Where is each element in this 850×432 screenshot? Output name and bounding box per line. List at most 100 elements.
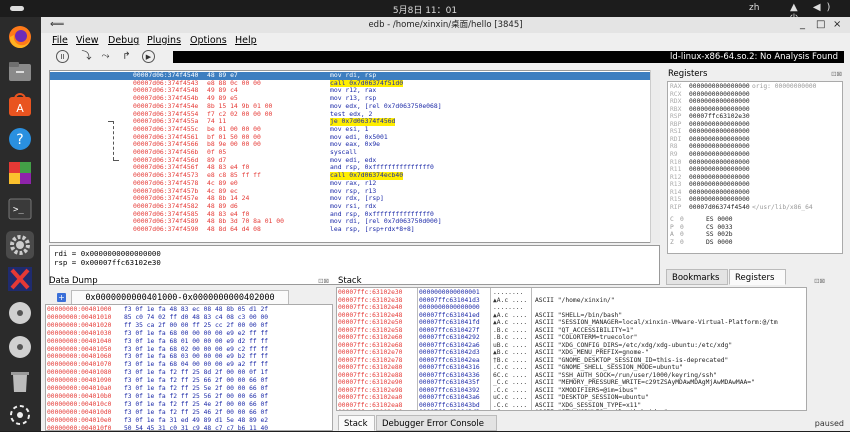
menu-debug[interactable]: Debug bbox=[108, 33, 139, 48]
help-icon[interactable]: ? bbox=[6, 125, 34, 153]
register-row[interactable]: RIP 00007d06374f4540 </usr/lib/x86_64 bbox=[668, 204, 842, 212]
register-row[interactable]: R15 0000000000000000 bbox=[668, 196, 842, 204]
stack-row[interactable]: 00007ffc:63102e88 00007ffc63104336 6C.c ..… bbox=[337, 372, 806, 380]
step-over-icon[interactable]: ⤳ bbox=[99, 50, 112, 63]
dump-row[interactable]: 00000000:00401090 f3 0f 1e fa f2 ff 25 66… bbox=[46, 377, 332, 385]
stack-row[interactable]: 00007ffc:63102ea8 00007ffc631043bd .C.c ..… bbox=[337, 402, 806, 410]
register-row[interactable]: RCX 0000000000000000 bbox=[668, 91, 842, 99]
stack-row[interactable]: 00007ffc:63102ea0 00007ffc631043a6 uC.c ..… bbox=[337, 394, 806, 402]
tab-stack[interactable]: Stack bbox=[338, 415, 375, 431]
flag-row[interactable]: P 0 CS 0033 bbox=[668, 224, 842, 232]
stack-row[interactable]: 00007ffc:63102e38 00007ffc631041d3 ▲A.c ..… bbox=[337, 297, 806, 305]
dump-row[interactable]: 00000000:004010c0 f3 0f 1e fa f2 ff 25 4e… bbox=[46, 401, 332, 409]
register-row[interactable]: RDX 0000000000000000 bbox=[668, 98, 842, 106]
stack-row[interactable]: 00007ffc:63102e78 00007ffc631042ea †B.c ..… bbox=[337, 357, 806, 365]
register-row[interactable]: R11 0000000000000000 bbox=[668, 166, 842, 174]
panel-float-close-icon[interactable]: ⊡⊠ bbox=[318, 277, 329, 285]
disassembly-scrollbar[interactable] bbox=[650, 70, 660, 243]
back-arrow-icon[interactable]: ⟸ bbox=[50, 17, 64, 33]
register-row[interactable]: RSP 00007ffc63102e30 bbox=[668, 113, 842, 121]
register-row[interactable]: RAX 0000000000000000 orig: 00000000000 bbox=[668, 83, 842, 91]
register-row[interactable]: RBP 0000000000000000 bbox=[668, 121, 842, 129]
pause-icon[interactable]: II bbox=[56, 50, 69, 63]
stack-row[interactable]: 00007ffc:63102eb0 00007ffc631043d2 .C.c ..… bbox=[337, 409, 806, 410]
register-row[interactable]: RSI 0000000000000000 bbox=[668, 128, 842, 136]
flag-row[interactable]: Z 0 DS 0000 bbox=[668, 239, 842, 247]
stack-row[interactable]: 00007ffc:63102e50 00007ffc631041fd ▲A.c ..… bbox=[337, 319, 806, 327]
step-into-icon[interactable]: ⤵ bbox=[80, 50, 93, 63]
register-row[interactable]: RBX 0000000000000000 bbox=[668, 106, 842, 114]
menu-help[interactable]: Help bbox=[235, 33, 257, 48]
settings-icon[interactable] bbox=[6, 231, 34, 259]
dump-row[interactable]: 00000000:004010a0 f3 0f 1e fa f2 ff 25 5e… bbox=[46, 385, 332, 393]
stack-row[interactable]: 00007ffc:63102e80 00007ffc63104316 .C.c ..… bbox=[337, 364, 806, 372]
flag-row[interactable]: A 0 SS 002b bbox=[668, 231, 842, 239]
stack-row[interactable]: 00007ffc:63102e58 00007ffc6310427f .B.c ..… bbox=[337, 327, 806, 335]
panel-float-close-icon[interactable]: ⊡⊠ bbox=[831, 70, 842, 78]
menu-options[interactable]: Options bbox=[190, 33, 227, 48]
app-center-icon[interactable]: A bbox=[6, 91, 34, 119]
register-name: R8 bbox=[670, 143, 678, 151]
registers-list[interactable]: RAX 0000000000000000 orig: 00000000000 RCX 0… bbox=[667, 81, 843, 254]
dump-row[interactable]: 00000000:00401010 85 c0 74 02 ff d0 48 83… bbox=[46, 313, 332, 322]
firefox-icon[interactable] bbox=[6, 23, 34, 51]
stack-row[interactable]: 00007ffc:63102e90 00007ffc6310435f _C.c ..… bbox=[337, 379, 806, 387]
stack-row[interactable]: 00007ffc:63102e70 00007ffc631042d3 ▲B.c ..… bbox=[337, 349, 806, 357]
register-row[interactable]: R14 0000000000000000 bbox=[668, 189, 842, 197]
dump-row[interactable]: 00000000:00401050 f3 0f 1e fa 68 02 00 00… bbox=[46, 346, 332, 354]
stack-address: 00007ffc:63102e68 bbox=[338, 341, 403, 349]
disassembly-view[interactable]: 00007d06:374f4540 48 89 e7 mov rdi, rsp 000… bbox=[49, 70, 660, 243]
stack-row[interactable]: 00007ffc:63102e48 00007ffc631041ed ▲A.c ..… bbox=[337, 312, 806, 320]
stack-row[interactable]: 00007ffc:63102e98 00007ffc63104392 .C.c ..… bbox=[337, 387, 806, 395]
dump-row[interactable]: 00000000:00401040 f3 0f 1e fa 68 01 00 00… bbox=[46, 338, 332, 346]
run-icon[interactable]: ▶ bbox=[142, 50, 155, 63]
stack-comment: ASCII "GNOME_SHELL_SESSION_MODE=ubuntu" bbox=[535, 364, 683, 371]
disc-icon[interactable] bbox=[6, 299, 34, 327]
dump-row[interactable]: 00000000:00401000 f3 0f 1e fa 48 83 ec 08… bbox=[46, 306, 332, 314]
dump-row[interactable]: 00000000:00401060 f3 0f 1e fa 68 03 00 00… bbox=[46, 353, 332, 361]
tab-debugger-error-console[interactable]: Debugger Error Console bbox=[376, 415, 497, 431]
disc-icon[interactable] bbox=[6, 333, 34, 361]
edb-debugger-icon[interactable] bbox=[6, 265, 34, 293]
dump-row[interactable]: 00000000:004010e0 f3 0f 1e fa 31 ed 49 89… bbox=[46, 417, 332, 425]
stack-list[interactable]: 00007ffc:63102e30 0000000000000001.......… bbox=[336, 287, 807, 411]
dump-row[interactable]: 00000000:00401070 f3 0f 1e fa 68 04 00 00… bbox=[46, 361, 332, 369]
stack-row[interactable]: 00007ffc:63102e40 0000000000000000.......… bbox=[337, 304, 806, 312]
register-row[interactable]: R10 0000000000000000 bbox=[668, 159, 842, 167]
dump-address: 00000000:00401010 bbox=[47, 313, 112, 321]
minimize-button[interactable]: _ bbox=[800, 17, 805, 33]
register-row[interactable]: R12 0000000000000000 bbox=[668, 174, 842, 182]
register-row[interactable]: R8 0000000000000000 bbox=[668, 143, 842, 151]
dump-row[interactable]: 00000000:00401020 ff 35 ca 2f 00 00 ff 25… bbox=[46, 322, 332, 330]
register-row[interactable]: R9 0000000000000000 bbox=[668, 151, 842, 159]
dump-range-tab[interactable]: 0x0000000000401000-0x0000000000402000 bbox=[71, 290, 289, 304]
show-apps-icon[interactable] bbox=[6, 401, 34, 429]
clock[interactable]: 5月8日 11：01 bbox=[0, 3, 850, 16]
dump-row[interactable]: 00000000:004010d0 f3 0f 1e fa f2 ff 25 46… bbox=[46, 409, 332, 417]
input-method-indicator[interactable]: zh bbox=[749, 3, 759, 13]
dump-list[interactable]: 00000000:00401000 f3 0f 1e fa 48 83 ec 08… bbox=[45, 304, 333, 431]
stack-row[interactable]: 00007ffc:63102e68 00007ffc631042a6 uB.c ..… bbox=[337, 341, 806, 350]
dump-row[interactable]: 00000000:004010b0 f3 0f 1e fa f2 ff 25 56… bbox=[46, 393, 332, 401]
dump-row[interactable]: 00000000:00401030 f3 0f 1e fa 68 00 00 00… bbox=[46, 330, 332, 338]
files-icon[interactable] bbox=[6, 57, 34, 85]
maximize-button[interactable]: □ bbox=[816, 17, 825, 33]
flag-row[interactable]: C 0 ES 0000 bbox=[668, 216, 842, 224]
color-palette-icon[interactable] bbox=[6, 159, 34, 187]
dump-row[interactable]: 00000000:004010f0 50 54 45 31 c0 31 c9 48… bbox=[46, 425, 332, 431]
register-row[interactable]: R13 0000000000000000 bbox=[668, 181, 842, 189]
dump-row[interactable]: 00000000:00401080 f3 0f 1e fa f2 ff 25 8d… bbox=[46, 369, 332, 377]
stack-row[interactable]: 00007ffc:63102e30 0000000000000001.......… bbox=[337, 289, 806, 297]
register-row[interactable]: RDI 0000000000000000 bbox=[668, 136, 842, 144]
step-out-icon[interactable]: ↱ bbox=[120, 50, 133, 63]
trash-icon[interactable] bbox=[6, 367, 34, 395]
close-button[interactable]: × bbox=[833, 17, 841, 33]
stack-row[interactable]: 00007ffc:63102e60 00007ffc63104292 .B.c ..… bbox=[337, 334, 806, 342]
menu-file[interactable]: File bbox=[52, 33, 68, 48]
add-tab-icon[interactable]: + bbox=[57, 293, 66, 302]
menu-plugins[interactable]: Plugins bbox=[147, 33, 181, 48]
terminal-icon[interactable]: >_ bbox=[6, 195, 34, 223]
panel-float-close-icon[interactable]: ⊡⊠ bbox=[814, 277, 825, 285]
menu-view[interactable]: View bbox=[76, 33, 99, 48]
disasm-row[interactable]: 00007d06:374f4590 48 8d 64 d4 08 lea rsp, … bbox=[50, 225, 659, 234]
